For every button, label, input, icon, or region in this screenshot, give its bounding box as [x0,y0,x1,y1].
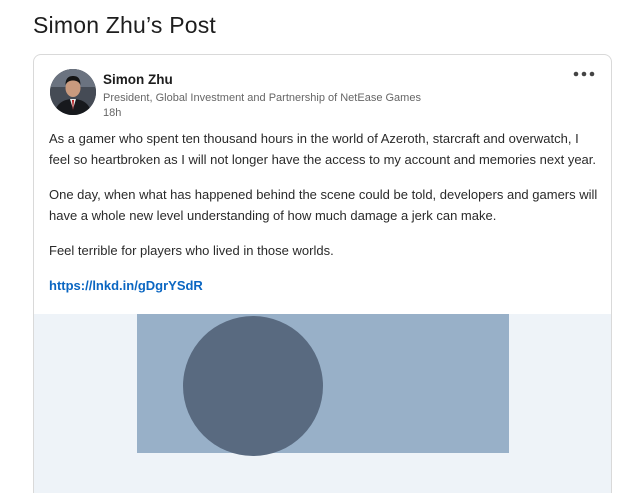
avatar[interactable] [50,69,96,115]
page-title: Simon Zhu’s Post [33,12,217,38]
post-card: Simon Zhu President, Global Investment a… [33,54,612,493]
post-link[interactable]: https://lnkd.in/gDgrYSdR [49,275,203,296]
post-paragraph: Feel terrible for players who lived in t… [49,243,334,258]
post-paragraph: As a gamer who spent ten thousand hours … [49,131,597,167]
post-page: Simon Zhu’s Post Simon Zhu President, Gl… [0,0,630,493]
more-options-button[interactable] [573,67,595,79]
post-media-area [34,314,611,493]
image-circle-shape [183,316,323,456]
post-timestamp: 18h [103,107,122,119]
post-body: As a gamer who spent ten thousand hours … [49,128,601,296]
author-name[interactable]: Simon Zhu [103,72,173,87]
author-headline: President, Global Investment and Partner… [103,92,421,104]
post-paragraph: One day, when what has happened behind t… [49,187,598,223]
more-horizontal-icon [573,71,595,77]
post-image[interactable] [137,314,509,456]
person-photo-icon [50,69,96,115]
